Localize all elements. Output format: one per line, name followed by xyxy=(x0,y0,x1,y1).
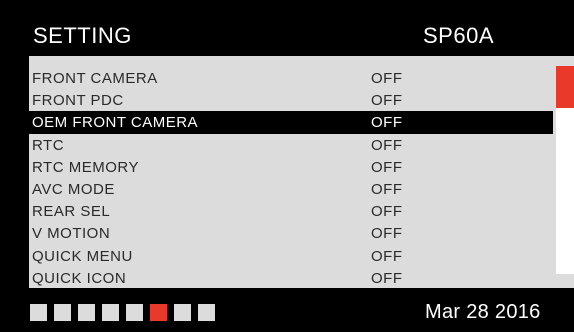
menu-item-front-camera[interactable]: FRONT CAMERA OFF xyxy=(29,67,553,89)
menu-item-value: OFF xyxy=(371,158,403,176)
menu-item-v-motion[interactable]: V MOTION OFF xyxy=(29,222,553,244)
menu-item-avc-mode[interactable]: AVC MODE OFF xyxy=(29,178,553,200)
menu-item-label: AVC MODE xyxy=(32,180,115,198)
model-name: SP60A xyxy=(423,23,494,48)
menu-item-label: QUICK ICON xyxy=(32,269,127,287)
header-bar: SETTING SP60A xyxy=(0,0,574,56)
page-dot-2[interactable] xyxy=(54,304,71,321)
menu-item-label: OEM FRONT CAMERA xyxy=(32,114,199,132)
menu-item-label: RTC MEMORY xyxy=(32,158,139,176)
menu-item-value: OFF xyxy=(371,70,403,87)
menu-item-value: OFF xyxy=(371,203,403,221)
date-display: Mar 28 2016 xyxy=(425,301,541,323)
page-dot-4[interactable] xyxy=(102,304,119,321)
menu-item-rtc[interactable]: RTC OFF xyxy=(29,134,553,156)
menu-item-value: OFF xyxy=(371,269,403,287)
menu-item-value: OFF xyxy=(371,180,403,198)
page-indicator xyxy=(30,304,215,321)
menu-item-quick-menu[interactable]: QUICK MENU OFF xyxy=(29,245,553,267)
page-dot-5[interactable] xyxy=(126,304,143,321)
menu-item-front-pdc[interactable]: FRONT PDC OFF xyxy=(29,89,553,111)
page-dot-8[interactable] xyxy=(198,304,215,321)
scrollbar[interactable] xyxy=(556,66,574,274)
page-dot-1[interactable] xyxy=(30,304,47,321)
menu-item-value: OFF xyxy=(371,114,403,132)
menu-item-label: FRONT PDC xyxy=(32,92,124,110)
page-dot-7[interactable] xyxy=(174,304,191,321)
menu-item-value: OFF xyxy=(371,92,403,110)
menu-item-value: OFF xyxy=(371,225,403,243)
menu-item-label: V MOTION xyxy=(32,225,111,243)
page-dot-6-active[interactable] xyxy=(150,304,167,321)
menu-item-value: OFF xyxy=(371,247,403,265)
menu-item-oem-front-camera[interactable]: OEM FRONT CAMERA OFF xyxy=(29,111,553,134)
scrollbar-thumb[interactable] xyxy=(556,66,574,108)
menu-item-label: RTC xyxy=(32,136,65,154)
page-title: SETTING xyxy=(33,23,132,48)
menu-item-label: FRONT CAMERA xyxy=(32,70,158,87)
menu-item-rear-sel[interactable]: REAR SEL OFF xyxy=(29,200,553,222)
settings-list: FRONT CAMERA OFF FRONT PDC OFF OEM FRONT… xyxy=(29,67,553,289)
page-dot-3[interactable] xyxy=(78,304,95,321)
menu-item-label: QUICK MENU xyxy=(32,247,133,265)
menu-item-quick-icon[interactable]: QUICK ICON OFF xyxy=(29,267,553,289)
menu-item-label: REAR SEL xyxy=(32,203,111,221)
menu-item-rtc-memory[interactable]: RTC MEMORY OFF xyxy=(29,156,553,178)
menu-item-value: OFF xyxy=(371,136,403,154)
